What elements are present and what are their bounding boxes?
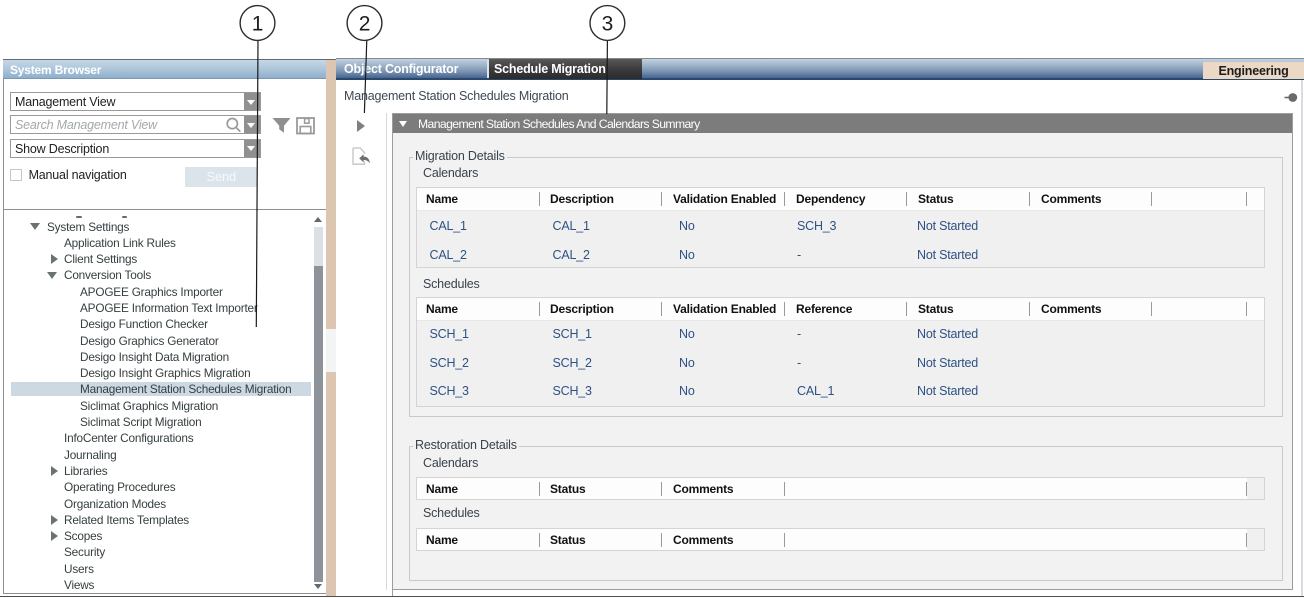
svg-text:1: 1 — [252, 13, 263, 36]
svg-text:3: 3 — [602, 13, 613, 36]
svg-text:2: 2 — [359, 13, 370, 36]
